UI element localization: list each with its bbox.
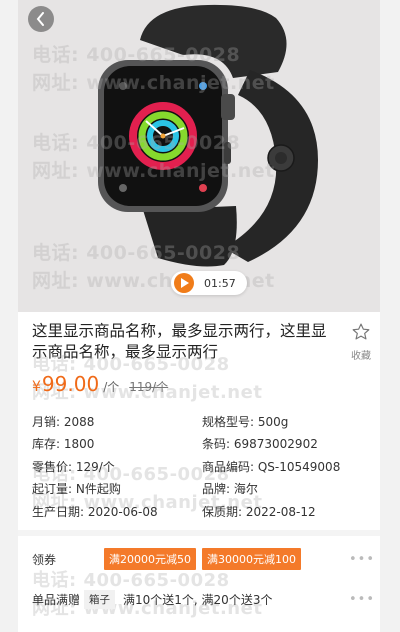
info-row: 零售价: 129/个 商品编码: QS-10549008 — [32, 455, 372, 478]
more-icon[interactable]: ••• — [349, 592, 375, 607]
min-order: 起订量: N件起购 — [32, 482, 121, 497]
spec-model: 规格型号: 500g — [202, 414, 289, 429]
product-code: 商品编码: QS-10549008 — [202, 459, 341, 474]
gift-tag: 箱子 — [84, 589, 116, 609]
video-play-button[interactable]: 01:57 — [171, 271, 247, 295]
back-button[interactable] — [28, 6, 54, 32]
info-row: 起订量: N件起购 品牌: 海尔 — [32, 478, 372, 501]
price-unit: /个 — [103, 380, 120, 394]
back-icon — [36, 12, 44, 26]
price-row: ¥ 99.00 /个 119/个 — [32, 372, 168, 396]
gift-row[interactable]: 单品满赠 箱子 满10个送1个, 满20个送3个 ••• — [32, 588, 377, 610]
gift-text: 满10个送1个, 满20个送3个 — [123, 592, 273, 607]
product-detail-page: 电话: 400-665-0028 网址: www.chanjet.net 电话:… — [18, 0, 380, 632]
favorite-label: 收藏 — [351, 351, 371, 362]
gift-label: 单品满赠 — [32, 592, 81, 607]
coupon-label: 领券 — [32, 552, 57, 567]
coupon-tag[interactable]: 满20000元减50 — [104, 548, 196, 570]
product-title: 这里显示商品名称，最多显示两行，这里显示商品名称，最多显示两行 — [32, 322, 327, 361]
more-icon[interactable]: ••• — [349, 552, 375, 567]
barcode: 条码: 69873002902 — [202, 437, 318, 452]
video-duration: 01:57 — [204, 276, 236, 290]
price: 99.00 — [41, 372, 100, 396]
currency-symbol: ¥ — [32, 379, 41, 395]
product-media[interactable]: 电话: 400-665-0028 网址: www.chanjet.net 电话:… — [18, 0, 380, 312]
production-date: 生产日期: 2020-06-08 — [32, 504, 158, 519]
coupon-row[interactable]: 领券 满20000元减50 满30000元减100 ••• — [32, 548, 377, 570]
play-icon — [174, 273, 194, 293]
shelf-life: 保质期: 2022-08-12 — [202, 504, 316, 519]
info-row: 月销: 2088 规格型号: 500g — [32, 410, 372, 433]
original-price: 119/个 — [129, 380, 169, 394]
monthly-sales: 月销: 2088 — [32, 414, 95, 429]
brand: 品牌: 海尔 — [202, 482, 258, 497]
info-row: 库存: 1800 条码: 69873002902 — [32, 433, 372, 456]
coupon-tag[interactable]: 满30000元减100 — [202, 548, 301, 570]
product-info-grid: 月销: 2088 规格型号: 500g 库存: 1800 条码: 6987300… — [32, 410, 372, 523]
stock: 库存: 1800 — [32, 437, 95, 452]
favorite-button[interactable]: 收藏 — [344, 322, 378, 362]
star-icon — [352, 323, 370, 340]
product-image — [18, 0, 380, 312]
retail-price: 零售价: 129/个 — [32, 459, 115, 474]
info-row: 生产日期: 2020-06-08 保质期: 2022-08-12 — [32, 500, 372, 523]
section-divider — [18, 530, 380, 536]
